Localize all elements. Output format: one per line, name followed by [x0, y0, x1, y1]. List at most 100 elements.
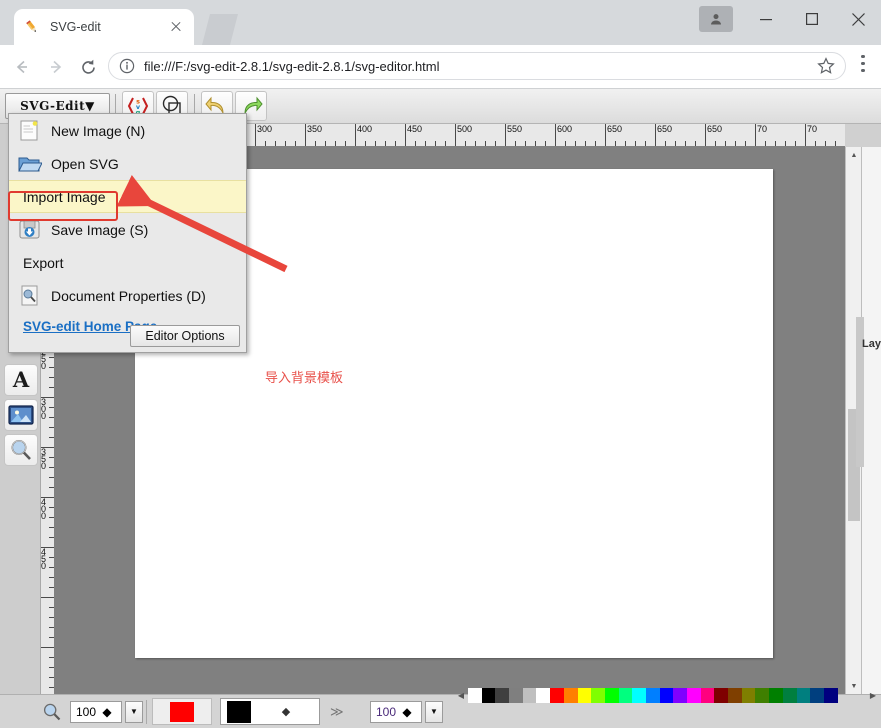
user-account-icon[interactable] — [699, 6, 733, 32]
menu-item-import-image[interactable]: Import Image — [9, 180, 246, 213]
palette-swatch[interactable] — [577, 688, 592, 703]
stroke-width-stepper[interactable]: ◆ — [279, 706, 293, 717]
more-options-button[interactable]: ≫ — [330, 704, 344, 720]
menu-item-export[interactable]: Export — [9, 246, 246, 279]
menu-item-document-properties[interactable]: Document Properties (D) — [9, 279, 246, 312]
maximize-icon[interactable] — [789, 0, 835, 38]
ruler-label: 500 — [457, 124, 473, 134]
ruler-label: 650 — [607, 124, 623, 134]
palette-swatch[interactable] — [536, 688, 551, 703]
palette-swatch[interactable] — [509, 688, 523, 703]
kebab-menu-icon[interactable] — [855, 55, 871, 77]
scroll-up-button[interactable]: ▲ — [848, 149, 860, 161]
palette-swatch[interactable] — [741, 688, 756, 703]
editor-options-button[interactable]: Editor Options — [130, 325, 240, 347]
palette-swatch[interactable] — [604, 688, 619, 703]
palette-swatch[interactable] — [714, 688, 729, 703]
fill-color-group — [152, 698, 212, 725]
zoom-input[interactable]: 100 ◆ — [70, 700, 122, 723]
svg-edit-app: SVG-Edit▼ s v g — [0, 89, 881, 728]
text-tool[interactable]: A — [4, 364, 38, 396]
save-disk-icon — [17, 217, 42, 242]
palette-swatch[interactable] — [782, 688, 797, 703]
ruler-label: 300 — [257, 124, 273, 134]
palette-left-arrow[interactable]: ◀ — [456, 688, 466, 703]
minimize-icon[interactable] — [743, 0, 789, 38]
reload-icon[interactable] — [76, 55, 100, 79]
palette-right-arrow[interactable]: ▶ — [868, 688, 878, 703]
menu-item-open-svg[interactable]: Open SVG — [9, 147, 246, 180]
star-icon[interactable] — [817, 57, 835, 75]
opacity-stepper[interactable]: ◆ — [400, 706, 414, 718]
palette-swatch[interactable] — [645, 688, 660, 703]
menu-item-label: Save Image (S) — [51, 221, 149, 238]
fill-color-picker[interactable] — [152, 698, 212, 725]
ruler-label: 450 — [407, 124, 423, 134]
opacity-input[interactable]: 100 ◆ — [370, 700, 422, 723]
ruler-label: 650 — [707, 124, 723, 134]
layers-panel-label: Layers — [862, 338, 881, 350]
palette-swatch[interactable] — [495, 688, 510, 703]
ruler-label: 550 — [507, 124, 523, 134]
palette-swatch[interactable] — [823, 688, 838, 703]
palette-swatch[interactable] — [728, 688, 742, 703]
browser-window: SVG-edit file:///F:/svg-edit-2.8.1/svg-e… — [0, 0, 881, 728]
image-tool[interactable] — [4, 399, 38, 431]
new-tab-stub[interactable] — [202, 14, 238, 45]
close-icon[interactable] — [168, 19, 184, 35]
menu-item-save-image[interactable]: Save Image (S) — [9, 213, 246, 246]
stroke-color-group: ◆ ≫ — [220, 698, 344, 725]
palette-swatch[interactable] — [550, 688, 564, 703]
palette-swatch[interactable] — [659, 688, 674, 703]
ruler-label: 400 — [357, 124, 373, 134]
fill-swatch[interactable] — [170, 701, 194, 722]
address-bar[interactable]: file:///F:/svg-edit-2.8.1/svg-edit-2.8.1… — [108, 52, 846, 80]
pencil-icon — [24, 19, 41, 36]
browser-titlebar: SVG-edit — [0, 0, 881, 45]
layers-panel[interactable]: Layers — [856, 147, 881, 694]
menu-item-label: Document Properties (D) — [51, 287, 206, 304]
color-palette[interactable] — [468, 688, 865, 703]
palette-swatch[interactable] — [796, 688, 811, 703]
document-properties-icon — [17, 283, 42, 308]
arrow-left-icon[interactable] — [10, 55, 34, 79]
palette-swatch[interactable] — [468, 688, 482, 703]
zoom-stepper[interactable]: ◆ — [100, 706, 114, 718]
palette-swatch[interactable] — [769, 688, 783, 703]
zoom-dropdown-button[interactable]: ▼ — [125, 700, 143, 723]
stroke-color-picker[interactable]: ◆ — [220, 698, 320, 725]
svg-text:A: A — [12, 368, 30, 392]
zoom-tool[interactable] — [4, 434, 38, 466]
annotation-label: 导入背景模板 — [265, 371, 344, 386]
tab-title: SVG-edit — [50, 20, 101, 34]
palette-swatch[interactable] — [591, 688, 605, 703]
menu-item-label: Import Image — [23, 188, 106, 205]
opacity-dropdown-button[interactable]: ▼ — [425, 700, 443, 723]
arrow-right-icon[interactable] — [44, 55, 68, 79]
window-controls — [699, 0, 881, 38]
palette-swatch[interactable] — [673, 688, 687, 703]
ruler-label-v: 400 — [41, 497, 47, 521]
magnifier-icon[interactable] — [42, 702, 62, 722]
new-document-icon — [17, 118, 42, 143]
palette-swatch[interactable] — [700, 688, 715, 703]
menu-item-label: New Image (N) — [51, 122, 146, 139]
ruler-label: 600 — [557, 124, 573, 134]
ruler-label-v: 300 — [41, 397, 47, 421]
palette-swatch[interactable] — [618, 688, 633, 703]
menu-item-new-image[interactable]: New Image (N) — [9, 114, 246, 147]
zoom-control-group: 100 ◆ ▼ — [42, 698, 143, 725]
palette-swatch[interactable] — [563, 688, 578, 703]
palette-swatch[interactable] — [810, 688, 824, 703]
stroke-swatch[interactable] — [227, 700, 251, 723]
ruler-label-v: 350 — [41, 447, 47, 471]
palette-swatch[interactable] — [755, 688, 770, 703]
main-menu-dropdown[interactable]: New Image (N) Open SVG Import Image Save… — [8, 113, 247, 353]
ruler-label: 70 — [807, 124, 818, 134]
window-close-icon[interactable] — [835, 0, 881, 38]
palette-swatch[interactable] — [522, 688, 537, 703]
palette-swatch[interactable] — [687, 688, 701, 703]
palette-swatch[interactable] — [481, 688, 496, 703]
palette-swatch[interactable] — [632, 688, 646, 703]
browser-tab[interactable]: SVG-edit — [14, 9, 194, 45]
